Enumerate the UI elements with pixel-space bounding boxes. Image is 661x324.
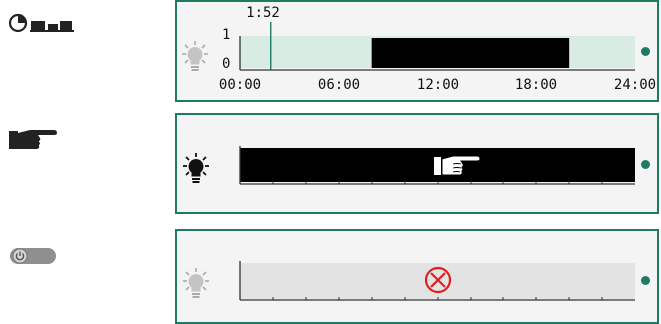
x-tick-label: 06:00 <box>317 77 361 93</box>
manual-bar-chart <box>239 146 635 185</box>
status-indicator <box>641 160 650 169</box>
x-tick-label: 00:00 <box>218 77 262 93</box>
x-tick-label: 18:00 <box>514 77 558 93</box>
status-indicator <box>641 47 650 56</box>
status-indicator <box>641 276 650 285</box>
power-panel[interactable] <box>175 229 659 324</box>
manual-panel[interactable] <box>175 113 659 214</box>
x-tick-label: 24:00 <box>613 77 657 93</box>
timer-schedule-icon[interactable] <box>8 12 84 40</box>
on-interval-bar <box>371 38 570 68</box>
power-toggle-icon[interactable] <box>8 244 58 272</box>
x-tick-label: 12:00 <box>416 77 460 93</box>
schedule-panel[interactable]: 1:52 1 0 00:00 06:00 12:00 18:00 24:00 <box>175 0 659 102</box>
pointing-hand-icon <box>433 154 481 182</box>
manual-hand-icon[interactable] <box>8 127 58 157</box>
power-bar-chart <box>239 261 635 301</box>
